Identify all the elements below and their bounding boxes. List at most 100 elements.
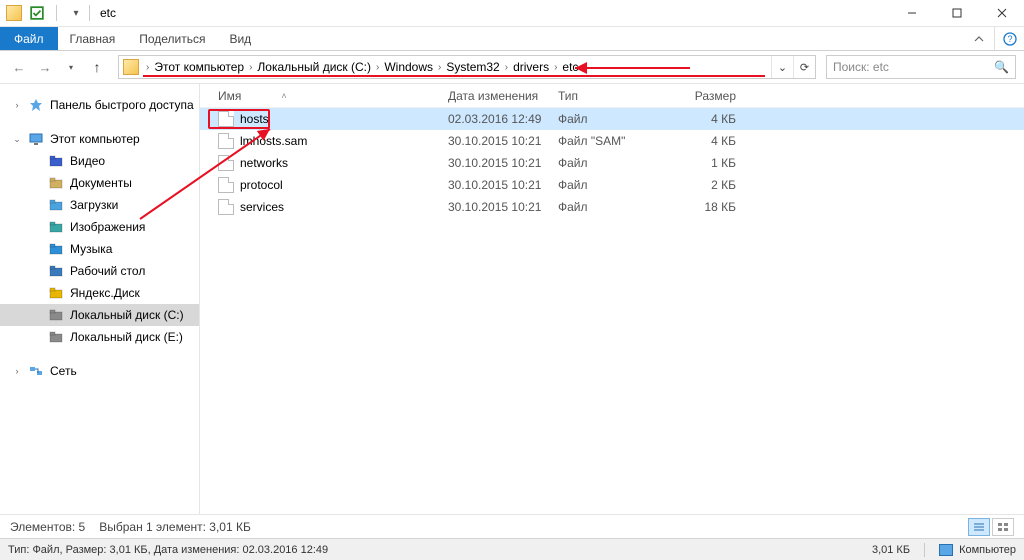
- column-date[interactable]: Дата изменения: [442, 89, 552, 103]
- ribbon-tabs: Файл Главная Поделиться Вид ?: [0, 27, 1024, 51]
- sidebar-item[interactable]: Локальный диск (C:): [0, 304, 199, 326]
- back-button[interactable]: ←: [8, 56, 30, 78]
- footer-details: Тип: Файл, Размер: 3,01 КБ, Дата изменен…: [8, 544, 328, 556]
- sidebar-item[interactable]: Изображения: [0, 216, 199, 238]
- chevron-down-icon[interactable]: ⌄: [12, 134, 22, 145]
- window-title: etc: [100, 6, 116, 20]
- column-size[interactable]: Размер: [662, 89, 742, 103]
- sidebar-item[interactable]: Документы: [0, 172, 199, 194]
- sidebar-item[interactable]: Музыка: [0, 238, 199, 260]
- sidebar-item[interactable]: Рабочий стол: [0, 260, 199, 282]
- folder-icon: [48, 329, 64, 345]
- sidebar-label: Панель быстрого доступа: [50, 98, 194, 112]
- file-name: lmhosts.sam: [240, 134, 307, 148]
- details-footer: Тип: Файл, Размер: 3,01 КБ, Дата изменен…: [0, 538, 1024, 560]
- up-button[interactable]: ↑: [86, 56, 108, 78]
- breadcrumb-item[interactable]: Этот компьютер: [152, 60, 246, 74]
- file-date: 02.03.2016 12:49: [442, 112, 552, 126]
- sidebar-item-label: Загрузки: [70, 198, 118, 212]
- sidebar-item[interactable]: Видео: [0, 150, 199, 172]
- breadcrumb-item[interactable]: drivers: [511, 60, 551, 74]
- folder-icon: [48, 175, 64, 191]
- sidebar-item-label: Локальный диск (E:): [70, 330, 183, 344]
- view-large-icons-button[interactable]: [992, 518, 1014, 536]
- file-type: Файл "SAM": [552, 134, 662, 148]
- footer-size: 3,01 КБ: [872, 544, 910, 556]
- computer-icon: [939, 544, 953, 556]
- refresh-button[interactable]: ⟳: [793, 56, 815, 78]
- network-icon: [28, 363, 44, 379]
- quick-access-toolbar: ▾: [30, 5, 83, 21]
- sidebar-item[interactable]: Загрузки: [0, 194, 199, 216]
- search-input[interactable]: Поиск: etc 🔍: [826, 55, 1016, 79]
- breadcrumb-item[interactable]: Локальный диск (C:): [255, 60, 373, 74]
- address-folder-icon: [123, 59, 139, 75]
- file-date: 30.10.2015 10:21: [442, 134, 552, 148]
- file-size: 18 КБ: [662, 200, 742, 214]
- file-name: networks: [240, 156, 288, 170]
- qat-properties-icon[interactable]: [30, 6, 44, 20]
- column-name[interactable]: Имя˄: [212, 89, 442, 103]
- breadcrumb-item[interactable]: System32: [444, 60, 501, 74]
- help-button[interactable]: ?: [994, 27, 1024, 50]
- ribbon-expand-icon[interactable]: [964, 27, 994, 50]
- monitor-icon: [28, 131, 44, 147]
- tab-share[interactable]: Поделиться: [127, 27, 217, 50]
- file-row[interactable]: networks 30.10.2015 10:21 Файл 1 КБ: [200, 152, 1024, 174]
- folder-icon: [48, 263, 64, 279]
- file-icon: [218, 111, 234, 127]
- chevron-right-icon[interactable]: ›: [12, 100, 22, 110]
- sidebar-item-label: Яндекс.Диск: [70, 286, 140, 300]
- file-row[interactable]: services 30.10.2015 10:21 Файл 18 КБ: [200, 196, 1024, 218]
- column-type[interactable]: Тип: [552, 89, 662, 103]
- title-bar: ▾ etc: [0, 0, 1024, 27]
- tab-home[interactable]: Главная: [58, 27, 128, 50]
- sidebar-item-label: Музыка: [70, 242, 112, 256]
- search-icon: 🔍: [994, 60, 1009, 74]
- sidebar-this-pc[interactable]: ⌄ Этот компьютер: [0, 128, 199, 150]
- sidebar-network[interactable]: › Сеть: [0, 360, 199, 382]
- maximize-button[interactable]: [934, 0, 979, 27]
- search-placeholder: Поиск: etc: [833, 60, 889, 74]
- file-row[interactable]: protocol 30.10.2015 10:21 Файл 2 КБ: [200, 174, 1024, 196]
- file-icon: [218, 133, 234, 149]
- file-tab[interactable]: Файл: [0, 27, 58, 50]
- breadcrumb-sep: ›: [143, 62, 152, 73]
- sidebar-item-label: Видео: [70, 154, 105, 168]
- file-date: 30.10.2015 10:21: [442, 178, 552, 192]
- history-dropdown[interactable]: ▾: [60, 56, 82, 78]
- file-type: Файл: [552, 156, 662, 170]
- sidebar-item-label: Локальный диск (C:): [70, 308, 184, 322]
- minimize-button[interactable]: [889, 0, 934, 27]
- address-dropdown-icon[interactable]: ⌄: [771, 56, 793, 78]
- view-details-button[interactable]: [968, 518, 990, 536]
- file-icon: [218, 177, 234, 193]
- qat-dropdown-icon[interactable]: ▾: [69, 6, 83, 20]
- sidebar-item[interactable]: Яндекс.Диск: [0, 282, 199, 304]
- file-type: Файл: [552, 200, 662, 214]
- file-icon: [218, 199, 234, 215]
- sidebar-item[interactable]: Локальный диск (E:): [0, 326, 199, 348]
- sidebar-item-label: Документы: [70, 176, 132, 190]
- file-type: Файл: [552, 178, 662, 192]
- file-row[interactable]: lmhosts.sam 30.10.2015 10:21 Файл "SAM" …: [200, 130, 1024, 152]
- footer-location: Компьютер: [959, 544, 1016, 556]
- folder-icon: [48, 241, 64, 257]
- address-bar[interactable]: › Этот компьютер › Локальный диск (C:) ›…: [118, 55, 816, 79]
- file-size: 4 КБ: [662, 134, 742, 148]
- file-row[interactable]: hosts 02.03.2016 12:49 Файл 4 КБ: [200, 108, 1024, 130]
- folder-icon: [48, 219, 64, 235]
- file-size: 1 КБ: [662, 156, 742, 170]
- sidebar-label: Этот компьютер: [50, 132, 140, 146]
- annotation-underline: [143, 75, 765, 77]
- breadcrumb-item[interactable]: Windows: [382, 60, 435, 74]
- file-name: services: [240, 200, 284, 214]
- close-button[interactable]: [979, 0, 1024, 27]
- tab-view[interactable]: Вид: [217, 27, 263, 50]
- forward-button[interactable]: →: [34, 56, 56, 78]
- breadcrumb-item[interactable]: etc: [560, 60, 580, 74]
- sidebar-quick-access[interactable]: › Панель быстрого доступа: [0, 94, 199, 116]
- file-date: 30.10.2015 10:21: [442, 156, 552, 170]
- chevron-right-icon[interactable]: ›: [12, 366, 22, 376]
- file-date: 30.10.2015 10:21: [442, 200, 552, 214]
